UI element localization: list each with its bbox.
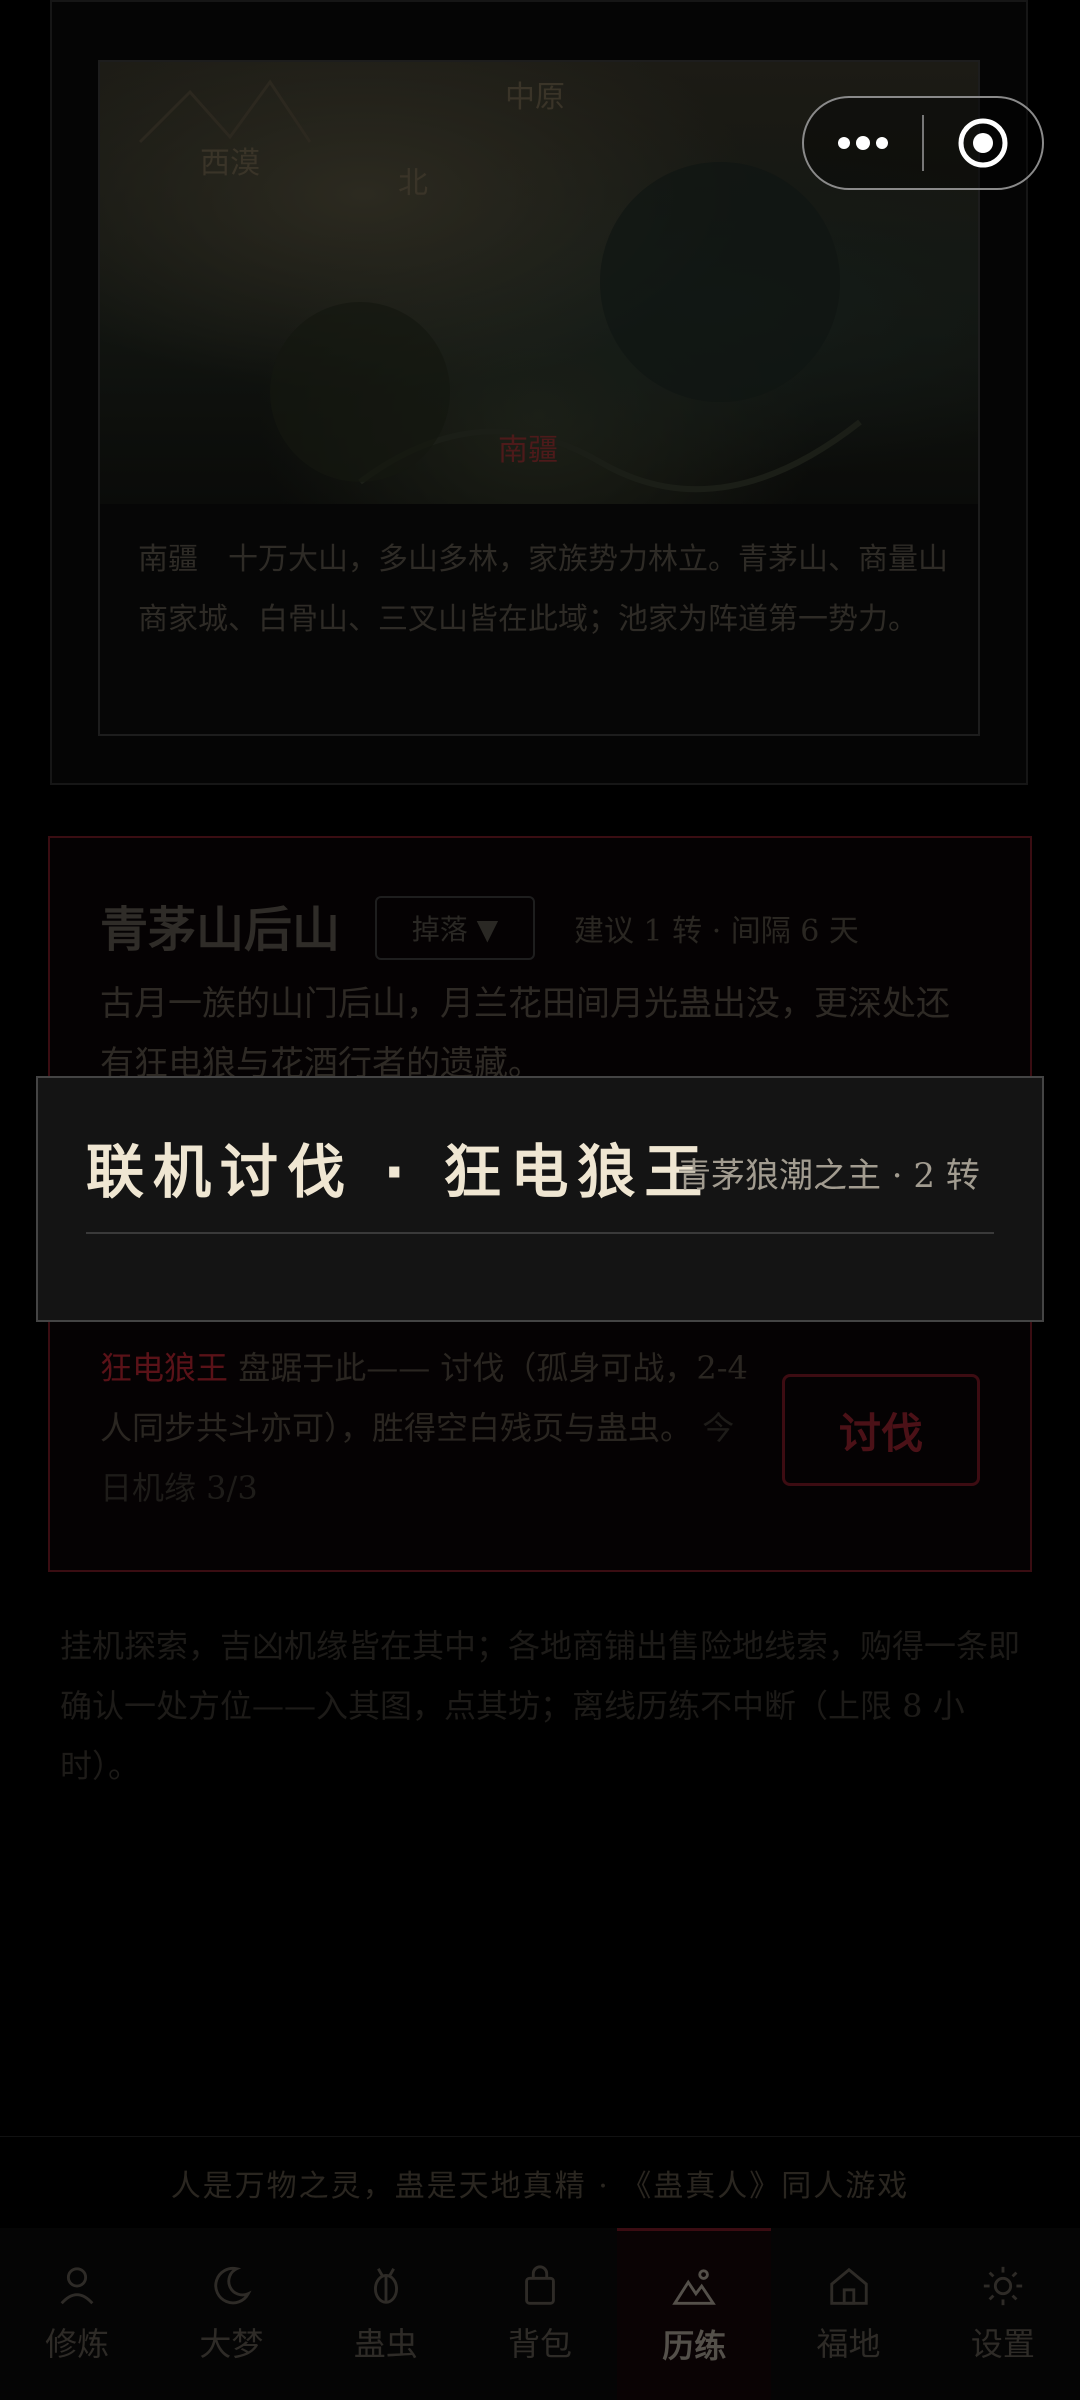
tab-label: 福地 xyxy=(816,2325,881,2363)
tab-label: 大梦 xyxy=(199,2325,264,2363)
tab-training[interactable]: 历练 xyxy=(617,2228,772,2400)
dialog-subtitle: 青茅狼潮之主 · 2 转 xyxy=(677,1156,980,1196)
bottom-tab-bar: 修炼 大梦 蛊虫 背包 历练 福地 设置 xyxy=(0,2228,1080,2400)
map-label-south-border[interactable]: 南疆 xyxy=(498,425,558,469)
tab-gu-insects[interactable]: 蛊虫 xyxy=(309,2228,463,2400)
bag-icon xyxy=(525,2265,555,2305)
tab-cultivation[interactable]: 修炼 xyxy=(0,2228,154,2400)
miniprogram-capsule xyxy=(802,96,1044,190)
more-dots-icon xyxy=(838,136,888,150)
boss-name: 狂电狼王 xyxy=(100,1349,229,1387)
tab-label: 历练 xyxy=(662,2326,727,2365)
region-description: 南疆 十万大山，多山多林，家族势力林立。青茅山、商量山商家城、白骨山、三叉山皆在… xyxy=(138,542,948,637)
map-label-north[interactable]: 北 xyxy=(398,158,428,202)
sun-gear-icon xyxy=(983,2266,1022,2306)
area-title: 青茅山后山 xyxy=(100,902,341,958)
target-circle-icon xyxy=(958,118,1008,168)
footnote-text: 挂机探索，吉凶机缘皆在其中；各地商铺出售险地线索，购得一条即确认一处方位——入其… xyxy=(60,1627,1021,1785)
tab-dream[interactable]: 大梦 xyxy=(154,2228,308,2400)
boss-description: 狂电狼王 盘踞于此—— 讨伐（孤身可战，2-4 人同步共斗亦可），胜得空白残页与… xyxy=(100,1338,750,1518)
tab-label: 修炼 xyxy=(45,2325,110,2363)
person-icon xyxy=(60,2267,94,2305)
close-miniprogram-button[interactable] xyxy=(924,98,1042,188)
bug-icon xyxy=(373,2268,398,2304)
tab-blessed-land[interactable]: 福地 xyxy=(771,2228,925,2400)
tab-backpack[interactable]: 背包 xyxy=(463,2228,617,2400)
mountain-icon xyxy=(672,2268,717,2305)
loot-dropdown-button[interactable]: 掉落 ▼ xyxy=(375,896,535,960)
tab-label: 背包 xyxy=(507,2325,572,2363)
tab-label: 设置 xyxy=(970,2325,1035,2363)
fight-button[interactable]: 讨伐 xyxy=(782,1374,980,1486)
area-hint: 建议 1 转 · 间隔 6 天 xyxy=(574,914,859,949)
tab-settings[interactable]: 设置 xyxy=(926,2228,1080,2400)
moon-icon xyxy=(214,2266,252,2305)
map-label-west-desert[interactable]: 西漠 xyxy=(200,138,260,182)
dialog-title: 联机讨伐 · 狂电狼王 xyxy=(86,1138,712,1206)
tab-label: 蛊虫 xyxy=(353,2325,418,2363)
map-label-central-plains[interactable]: 中原 xyxy=(505,72,565,116)
more-button[interactable] xyxy=(804,98,922,188)
dialog-divider xyxy=(86,1232,994,1234)
motto-banner: 人是万物之灵，蛊是天地真精 · 《蛊真人》同人游戏 xyxy=(0,2136,1080,2230)
home-icon xyxy=(829,2267,868,2305)
